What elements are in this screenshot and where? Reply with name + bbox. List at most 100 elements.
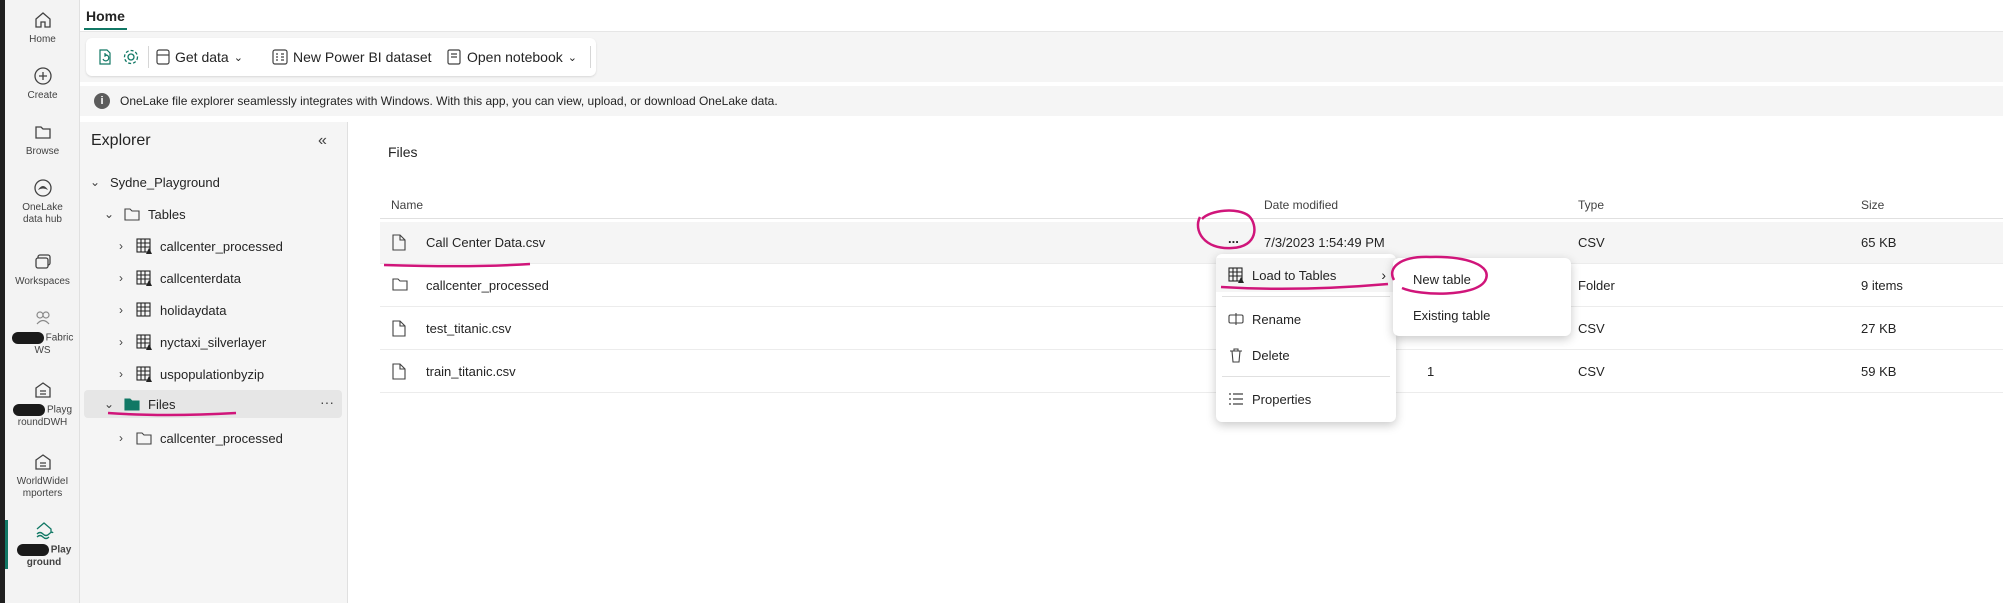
chevron-right-icon[interactable]: › <box>114 239 128 253</box>
menu-item-new-table[interactable]: New table <box>1393 262 1571 296</box>
nav-browse-label: Browse <box>25 146 60 157</box>
page-title: Files <box>388 144 418 160</box>
settings-button[interactable] <box>122 46 140 68</box>
nav-create[interactable]: Create <box>5 66 80 102</box>
tree-root[interactable]: ⌄ Sydne_Playground <box>88 168 346 196</box>
file-name[interactable]: Call Center Data.csv <box>426 235 545 250</box>
file-icon <box>392 320 406 337</box>
table-icon <box>136 366 152 382</box>
chevron-down-icon[interactable]: ⌄ <box>102 207 116 221</box>
tree-tables[interactable]: ⌄ Tables <box>102 200 360 228</box>
tree-table-item[interactable]: › uspopulationbyzip <box>114 360 372 388</box>
notebook-icon <box>447 49 461 65</box>
table-icon <box>136 238 152 254</box>
menu-divider <box>1222 376 1390 377</box>
get-data-button[interactable]: Get data ⌄ <box>156 46 243 68</box>
gear-icon <box>123 49 139 65</box>
info-text: OneLake file explorer seamlessly integra… <box>120 94 778 108</box>
nav-dwh-label-1: Playg <box>46 404 72 416</box>
tree-tables-label: Tables <box>148 206 186 222</box>
nav-playgrounddwh[interactable]: Playg roundDWH <box>5 380 80 429</box>
table-row[interactable]: callcenter_processed Folder 9 items <box>380 265 2003 307</box>
chevron-right-icon[interactable]: › <box>114 431 128 445</box>
dataset-icon <box>272 49 288 65</box>
onelake-icon <box>33 179 52 197</box>
open-notebook-button[interactable]: Open notebook ⌄ <box>446 46 577 68</box>
menu-item-existing-table[interactable]: Existing table <box>1393 298 1571 332</box>
nav-fabric-ws[interactable]: Fabric WS <box>5 308 80 357</box>
menu-item-rename[interactable]: Rename <box>1216 302 1396 336</box>
nav-home[interactable]: Home <box>5 10 80 46</box>
file-type: Folder <box>1578 278 1615 293</box>
table-row[interactable]: Call Center Data.csv ... 7/3/2023 1:54:4… <box>380 222 2003 264</box>
toolbar-card: Get data ⌄ New Power BI dataset Open not… <box>86 38 596 76</box>
nav-workspaces-label: Workspaces <box>15 276 70 287</box>
chevron-right-icon[interactable]: › <box>114 367 128 381</box>
table-row[interactable]: test_titanic.csv CSV 27 KB <box>380 308 2003 350</box>
chevron-right-icon: › <box>1381 267 1386 283</box>
tab-home[interactable]: Home <box>84 8 127 30</box>
file-name[interactable]: callcenter_processed <box>426 278 549 293</box>
chevron-down-icon[interactable]: ⌄ <box>102 397 116 411</box>
folder-icon <box>124 208 140 221</box>
new-dataset-label: New Power BI dataset <box>293 49 432 65</box>
tree-table-item[interactable]: › holidaydata <box>114 296 372 324</box>
tree-table-label: nyctaxi_silverlayer <box>160 334 267 350</box>
collapse-pane-icon[interactable]: « <box>318 132 327 150</box>
tree-files[interactable]: ⌄ Files ··· <box>84 390 342 418</box>
tree-table-item[interactable]: › callcenterdata <box>114 264 372 292</box>
tree-table-item[interactable]: › callcenter_processed <box>114 232 372 260</box>
menu-load-label: Load to Tables <box>1252 267 1337 283</box>
menu-item-delete[interactable]: Delete <box>1216 338 1396 372</box>
file-name[interactable]: test_titanic.csv <box>426 321 511 336</box>
get-data-label: Get data <box>175 49 229 65</box>
more-options-icon[interactable]: ··· <box>320 394 334 410</box>
nav-home-label: Home <box>29 34 56 45</box>
table-row[interactable]: train_titanic.csv 1 CSV 59 KB <box>380 351 2003 393</box>
open-notebook-label: Open notebook <box>467 49 563 65</box>
menu-item-properties[interactable]: Properties <box>1216 382 1396 416</box>
file-icon <box>392 234 406 251</box>
tree-table-item[interactable]: › nyctaxi_silverlayer <box>114 328 372 356</box>
file-name[interactable]: train_titanic.csv <box>426 364 516 379</box>
app-window: Home Create Browse OneLake data hub Work… <box>0 0 2003 603</box>
nav-browse[interactable]: Browse <box>5 122 80 158</box>
refresh-button[interactable] <box>96 46 114 68</box>
nav-onelake-data-hub[interactable]: OneLake data hub <box>5 178 80 226</box>
files-pane: Files Name Date modified Type Size Call … <box>348 122 2003 603</box>
file-type: CSV <box>1578 321 1605 336</box>
left-nav: Home Create Browse OneLake data hub Work… <box>5 0 80 603</box>
database-icon <box>156 49 170 65</box>
file-size: 27 KB <box>1861 321 1897 336</box>
refresh-icon <box>99 49 111 65</box>
menu-item-load-to-tables[interactable]: Load to Tables › <box>1216 258 1396 292</box>
nav-workspaces[interactable]: Workspaces <box>5 252 80 288</box>
table-icon <box>136 302 151 317</box>
create-icon <box>33 67 52 85</box>
new-dataset-button[interactable]: New Power BI dataset <box>272 46 432 68</box>
column-header-size[interactable]: Size <box>1861 198 1884 212</box>
column-header-name[interactable]: Name <box>391 198 423 212</box>
chevron-right-icon[interactable]: › <box>114 335 128 349</box>
column-header-type[interactable]: Type <box>1578 198 1604 212</box>
tree-root-label: Sydne_Playground <box>110 174 220 190</box>
file-date: 7/3/2023 1:54:49 PM <box>1264 235 1385 250</box>
tree-folder-label: callcenter_processed <box>160 430 283 446</box>
chevron-right-icon[interactable]: › <box>114 271 128 285</box>
tree-files-label: Files <box>148 396 176 412</box>
nav-playground[interactable]: Play ground <box>5 520 80 569</box>
column-header-date[interactable]: Date modified <box>1264 198 1338 212</box>
toolbar: Get data ⌄ New Power BI dataset Open not… <box>80 32 2003 82</box>
nav-worldwideimporters[interactable]: WorldWideI mporters <box>5 452 80 500</box>
chevron-right-icon[interactable]: › <box>114 303 128 317</box>
redaction-mark <box>16 544 49 556</box>
table-icon <box>136 270 152 286</box>
menu-existing-table-label: Existing table <box>1413 307 1491 323</box>
tree-folder-item[interactable]: › callcenter_processed <box>114 424 372 452</box>
workspaces-icon <box>34 254 51 269</box>
chevron-down-icon[interactable]: ⌄ <box>88 175 102 189</box>
folder-icon <box>124 398 140 411</box>
header: Home <box>80 0 2003 32</box>
row-more-button[interactable]: ... <box>1228 231 1239 246</box>
tree-table-label: callcenter_processed <box>160 238 283 254</box>
